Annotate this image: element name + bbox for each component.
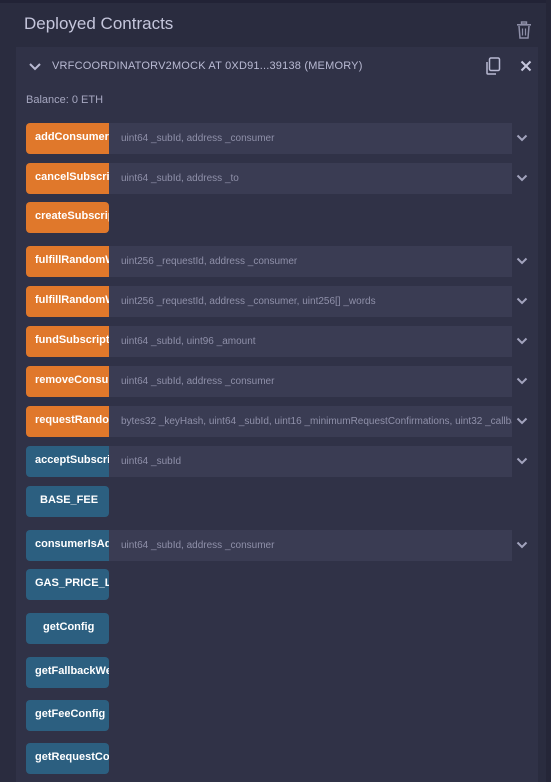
- section-title: Deployed Contracts: [24, 14, 174, 33]
- function-row-fulfillrandomwordswithoverride: fulfillRandomWordsWithOverride: [26, 286, 538, 317]
- function-row-requestrandomwords: requestRandomWords: [26, 406, 538, 437]
- fulfillrandomwords-args-input[interactable]: [109, 246, 512, 277]
- fulfillrandomwordswithoverride-button[interactable]: fulfillRandomWordsWithOverride: [26, 286, 109, 317]
- contract-header: VRFCOORDINATORV2MOCK AT 0XD91...39138 (M…: [16, 47, 538, 87]
- deployed-contracts-header: Deployed Contracts: [0, 3, 551, 45]
- cancelsubscription-args-input[interactable]: [109, 163, 512, 194]
- contract-balance: Balance: 0 ETH: [26, 94, 104, 106]
- function-row-getfeeconfig: getFeeConfig: [26, 700, 538, 731]
- getfallbackweiperunitlink-button[interactable]: getFallbackWeiPerUnitLink: [26, 657, 109, 688]
- getfeeconfig-button[interactable]: getFeeConfig: [26, 700, 109, 731]
- requestrandomwords-args-input[interactable]: [109, 406, 512, 437]
- consumerisadded-button[interactable]: consumerIsAdded: [26, 530, 109, 561]
- copy-icon[interactable]: [485, 57, 501, 75]
- function-row-fundsubscription: fundSubscription: [26, 326, 538, 357]
- addconsumer-button[interactable]: addConsumer: [26, 123, 109, 154]
- function-row-consumerisadded: consumerIsAdded: [26, 530, 538, 561]
- chevron-down-icon[interactable]: [516, 376, 528, 386]
- scrollbar-track[interactable]: [546, 0, 551, 782]
- fundsubscription-button[interactable]: fundSubscription: [26, 326, 109, 357]
- function-row-createsubscription: createSubscription: [26, 202, 538, 233]
- function-row-fulfillrandomwords: fulfillRandomWords: [26, 246, 538, 277]
- trash-icon[interactable]: [516, 21, 532, 39]
- function-row-removeconsumer: removeConsumer: [26, 366, 538, 397]
- fundsubscription-args-input[interactable]: [109, 326, 512, 357]
- function-row-getconfig: getConfig: [26, 613, 538, 644]
- acceptsubscriptionownertransfer-args-input[interactable]: [109, 446, 512, 477]
- contract-panel: VRFCOORDINATORV2MOCK AT 0XD91...39138 (M…: [16, 47, 538, 782]
- function-row-getrequestconfig: getRequestConfig: [26, 743, 538, 774]
- getrequestconfig-button[interactable]: getRequestConfig: [26, 743, 109, 774]
- removeconsumer-args-input[interactable]: [109, 366, 512, 397]
- function-row-getfallbackweiperunitlink: getFallbackWeiPerUnitLink: [26, 657, 538, 688]
- chevron-down-icon[interactable]: [516, 540, 528, 550]
- consumerisadded-args-input[interactable]: [109, 530, 512, 561]
- function-row-addconsumer: addConsumer: [26, 123, 538, 154]
- removeconsumer-button[interactable]: removeConsumer: [26, 366, 109, 397]
- addconsumer-args-input[interactable]: [109, 123, 512, 154]
- function-row-base-fee: BASE_FEE: [26, 486, 538, 517]
- function-row-cancelsubscription: cancelSubscription: [26, 163, 538, 194]
- fulfillrandomwords-button[interactable]: fulfillRandomWords: [26, 246, 109, 277]
- base-fee-button[interactable]: BASE_FEE: [26, 486, 109, 517]
- chevron-down-icon[interactable]: [516, 133, 528, 143]
- chevron-down-icon[interactable]: [28, 61, 42, 73]
- chevron-down-icon[interactable]: [516, 256, 528, 266]
- chevron-down-icon[interactable]: [516, 173, 528, 183]
- chevron-down-icon[interactable]: [516, 296, 528, 306]
- cancelsubscription-button[interactable]: cancelSubscription: [26, 163, 109, 194]
- close-icon[interactable]: [519, 59, 533, 73]
- chevron-down-icon[interactable]: [516, 336, 528, 346]
- createsubscription-button[interactable]: createSubscription: [26, 202, 109, 233]
- chevron-down-icon[interactable]: [516, 416, 528, 426]
- function-row-gas-price-link: GAS_PRICE_LINK: [26, 569, 538, 600]
- getconfig-button[interactable]: getConfig: [26, 613, 109, 644]
- gas-price-link-button[interactable]: GAS_PRICE_LINK: [26, 569, 109, 600]
- acceptsubscriptionownertransfer-button[interactable]: acceptSubscriptionOwnerTransfer: [26, 446, 109, 477]
- requestrandomwords-button[interactable]: requestRandomWords: [26, 406, 109, 437]
- fulfillrandomwordswithoverride-args-input[interactable]: [109, 286, 512, 317]
- contract-title: VRFCOORDINATORV2MOCK AT 0XD91...39138 (M…: [52, 60, 363, 72]
- chevron-down-icon[interactable]: [516, 456, 528, 466]
- function-row-acceptsubscriptionownertransfer: acceptSubscriptionOwnerTransfer: [26, 446, 538, 477]
